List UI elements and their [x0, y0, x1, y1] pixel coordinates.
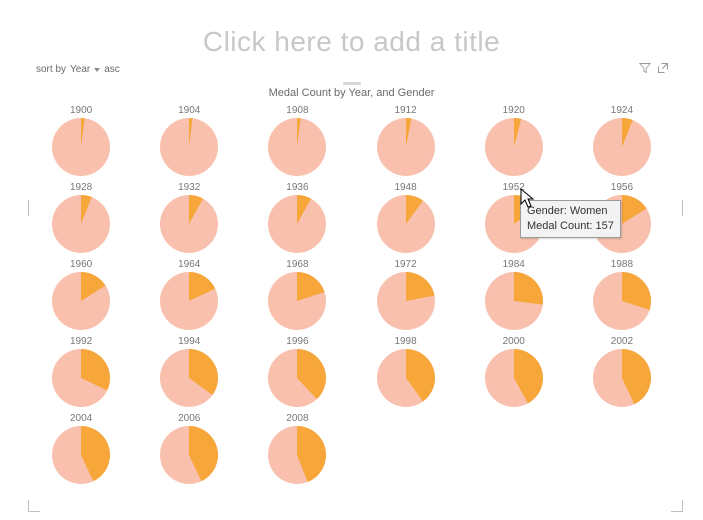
pie-chart[interactable]: [52, 349, 110, 407]
year-label: 1932: [178, 182, 200, 193]
filter-icon[interactable]: [639, 62, 651, 77]
year-label: 1900: [70, 105, 92, 116]
pie-chart[interactable]: [593, 118, 651, 176]
pie-chart[interactable]: [593, 272, 651, 330]
pie-chart[interactable]: [485, 118, 543, 176]
pie-chart[interactable]: [160, 426, 218, 484]
pie-chart[interactable]: [268, 118, 326, 176]
popout-icon[interactable]: [657, 62, 669, 77]
pie-chart[interactable]: [52, 272, 110, 330]
pie-chart[interactable]: [160, 349, 218, 407]
pie-chart[interactable]: [160, 195, 218, 253]
pie-cell[interactable]: 1920: [475, 105, 553, 176]
chevron-down-icon[interactable]: [94, 68, 100, 72]
sort-field[interactable]: Year: [70, 64, 90, 75]
year-label: 1952: [503, 182, 525, 193]
pie-cell[interactable]: 1928: [42, 182, 120, 253]
year-label: 2000: [503, 336, 525, 347]
selection-side: [671, 200, 683, 216]
year-label: 1964: [178, 259, 200, 270]
year-label: 1996: [286, 336, 308, 347]
tooltip-count-value: 157: [596, 220, 614, 232]
pie-cell[interactable]: 1932: [150, 182, 228, 253]
pie-chart[interactable]: [268, 272, 326, 330]
sort-direction[interactable]: asc: [104, 64, 120, 75]
pie-cell[interactable]: 1900: [42, 105, 120, 176]
year-label: 1936: [286, 182, 308, 193]
year-label: 1928: [70, 182, 92, 193]
pie-chart[interactable]: [268, 426, 326, 484]
pie-cell[interactable]: 1948: [366, 182, 444, 253]
pie-chart[interactable]: [52, 426, 110, 484]
selection-side: [28, 200, 40, 216]
drag-handle[interactable]: [343, 82, 361, 85]
year-label: 1994: [178, 336, 200, 347]
pie-chart[interactable]: [160, 272, 218, 330]
year-label: 1992: [70, 336, 92, 347]
pie-cell[interactable]: 1984: [475, 259, 553, 330]
pie-chart[interactable]: [377, 272, 435, 330]
pie-chart[interactable]: [593, 349, 651, 407]
pie-chart[interactable]: [377, 118, 435, 176]
chart-subtitle: Medal Count by Year, and Gender: [28, 87, 675, 99]
pie-chart[interactable]: [52, 195, 110, 253]
year-label: 1920: [503, 105, 525, 116]
sort-label: sort by: [36, 64, 66, 75]
pie-chart[interactable]: [485, 349, 543, 407]
tooltip: Gender: Women Medal Count: 157: [520, 200, 621, 238]
year-label: 1960: [70, 259, 92, 270]
year-label: 1998: [394, 336, 416, 347]
pie-cell[interactable]: 1968: [258, 259, 336, 330]
pie-chart[interactable]: [268, 349, 326, 407]
year-label: 1988: [611, 259, 633, 270]
selection-corner: [28, 500, 40, 512]
year-label: 1924: [611, 105, 633, 116]
pie-chart[interactable]: [52, 118, 110, 176]
pie-chart[interactable]: [160, 118, 218, 176]
pie-chart[interactable]: [377, 349, 435, 407]
pie-cell[interactable]: 1994: [150, 336, 228, 407]
year-label: 1984: [503, 259, 525, 270]
pie-chart[interactable]: [485, 272, 543, 330]
pie-cell[interactable]: 1924: [583, 105, 661, 176]
pie-cell[interactable]: 1998: [366, 336, 444, 407]
year-label: 2002: [611, 336, 633, 347]
pie-cell[interactable]: 1908: [258, 105, 336, 176]
pie-cell[interactable]: 1960: [42, 259, 120, 330]
pie-cell[interactable]: 2008: [258, 413, 336, 484]
year-label: 1904: [178, 105, 200, 116]
tooltip-gender-value: Women: [570, 205, 608, 217]
year-label: 2008: [286, 413, 308, 424]
title-placeholder[interactable]: Click here to add a title: [28, 26, 675, 58]
year-label: 1968: [286, 259, 308, 270]
pie-chart[interactable]: [377, 195, 435, 253]
pie-cell[interactable]: 1912: [366, 105, 444, 176]
pie-cell[interactable]: 1936: [258, 182, 336, 253]
pie-cell[interactable]: 1996: [258, 336, 336, 407]
year-label: 2004: [70, 413, 92, 424]
pie-cell[interactable]: 1964: [150, 259, 228, 330]
pie-cell[interactable]: 2000: [475, 336, 553, 407]
pie-cell[interactable]: 1972: [366, 259, 444, 330]
pie-cell[interactable]: 1992: [42, 336, 120, 407]
selection-corner: [671, 500, 683, 512]
pie-chart[interactable]: [268, 195, 326, 253]
tooltip-count-label: Medal Count:: [527, 220, 592, 232]
year-label: 1956: [611, 182, 633, 193]
pie-cell[interactable]: 1988: [583, 259, 661, 330]
year-label: 1908: [286, 105, 308, 116]
pie-cell[interactable]: 2004: [42, 413, 120, 484]
pie-cell[interactable]: 2006: [150, 413, 228, 484]
tooltip-gender-label: Gender:: [527, 205, 567, 217]
sort-control[interactable]: sort by Year asc: [36, 64, 120, 75]
year-label: 1912: [394, 105, 416, 116]
year-label: 1972: [394, 259, 416, 270]
pie-grid: 1900 1904 1908 1912 1920 1924 1928 1932 1936 1948…: [28, 105, 675, 484]
chart-toolbar: sort by Year asc: [28, 64, 675, 82]
year-label: 1948: [394, 182, 416, 193]
pie-cell[interactable]: 2002: [583, 336, 661, 407]
pie-cell[interactable]: 1904: [150, 105, 228, 176]
year-label: 2006: [178, 413, 200, 424]
